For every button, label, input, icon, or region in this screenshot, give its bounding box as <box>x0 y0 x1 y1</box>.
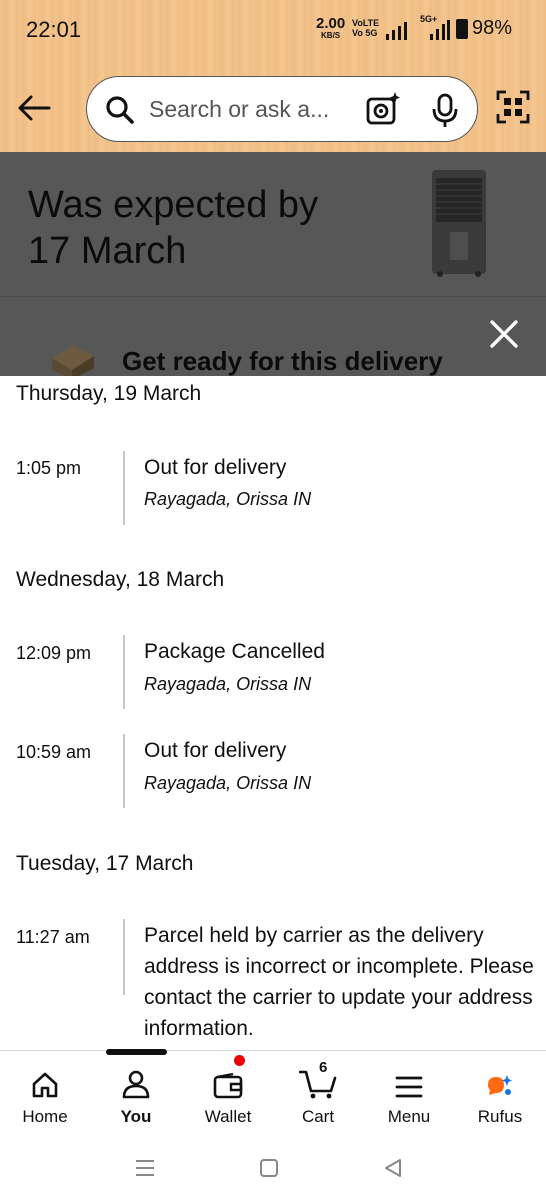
nav-cart[interactable]: 6 Cart <box>278 1059 358 1127</box>
battery-percent: 98% <box>472 17 513 39</box>
signal-icon <box>386 22 407 40</box>
nav-label: Menu <box>387 1107 431 1126</box>
event-status: Parcel held by carrier as the delivery a… <box>144 924 534 1040</box>
timeline-line <box>123 919 125 995</box>
event-status: Out for delivery <box>144 739 287 762</box>
search-icon[interactable] <box>105 95 135 125</box>
ready-for-delivery-text: Get ready for this delivery <box>122 346 443 376</box>
menu-icon <box>369 1065 449 1099</box>
event-status: Package Cancelled <box>144 640 325 663</box>
event-time: 10:59 am <box>16 742 92 762</box>
timeline-line <box>123 451 125 525</box>
status-time: 22:01 <box>26 17 82 42</box>
nav-menu[interactable]: Menu <box>369 1065 449 1127</box>
event-time: 11:27 am <box>16 927 90 947</box>
event-time: 12:09 pm <box>16 643 92 663</box>
search-input[interactable]: Search or ask a... <box>149 96 329 123</box>
qr-scan-icon[interactable] <box>496 90 530 124</box>
package-box-icon <box>52 346 94 376</box>
camera-lens-icon[interactable] <box>365 91 401 127</box>
signal-icon <box>430 20 450 40</box>
day-heading: Wednesday, 18 March <box>16 568 225 591</box>
timeline-line <box>123 635 125 709</box>
wallet-icon <box>188 1055 268 1099</box>
bottom-nav: Home You Wallet 6 Cart Menu Rufus <box>0 1049 546 1140</box>
nav-wallet[interactable]: Wallet <box>188 1055 268 1127</box>
nav-you[interactable]: You <box>96 1065 176 1127</box>
nav-label: You <box>120 1107 152 1126</box>
cart-count: 6 <box>319 1059 328 1076</box>
battery-icon <box>456 19 468 39</box>
event-location: Rayagada, Orissa IN <box>144 773 312 793</box>
system-nav-bar <box>0 1140 546 1200</box>
home-button-icon[interactable] <box>259 1158 279 1178</box>
nav-label: Home <box>22 1107 68 1126</box>
person-icon <box>96 1065 176 1099</box>
notification-dot <box>234 1055 245 1066</box>
event-location: Rayagada, Orissa IN <box>144 489 312 509</box>
back-arrow-icon[interactable] <box>14 88 54 128</box>
nav-label: Rufus <box>477 1107 523 1126</box>
volte-indicator: VoLTE Vo 5G <box>352 18 380 38</box>
recents-icon[interactable] <box>134 1158 156 1178</box>
nav-label: Cart <box>301 1107 335 1126</box>
divider <box>0 296 546 297</box>
event-time: 1:05 pm <box>16 458 82 478</box>
event-location: Rayagada, Orissa IN <box>144 674 312 694</box>
nav-label: Wallet <box>204 1107 252 1126</box>
tracking-sheet[interactable]: Thursday, 19 March 1:05 pm Out for deliv… <box>0 376 546 1050</box>
nav-rufus[interactable]: Rufus <box>460 1065 540 1127</box>
day-heading: Thursday, 19 March <box>16 382 202 405</box>
rufus-icon <box>460 1065 540 1099</box>
status-bar: 22:01 2.00 KB/S VoLTE Vo 5G 5G+ 98% <box>0 0 546 60</box>
day-heading: Tuesday, 17 March <box>16 852 194 875</box>
dimmed-background: Was expected by 17 March Get ready for t… <box>0 152 546 376</box>
expected-delivery-title: Was expected by 17 March <box>28 184 319 272</box>
cart-icon: 6 <box>278 1059 358 1099</box>
mic-icon[interactable] <box>431 93 459 129</box>
nav-home[interactable]: Home <box>5 1065 85 1127</box>
network-speed: 2.00 KB/S <box>316 15 346 40</box>
event-status: Out for delivery <box>144 456 287 479</box>
close-icon[interactable] <box>486 316 522 352</box>
active-tab-indicator <box>106 1049 167 1055</box>
home-icon <box>5 1065 85 1099</box>
search-bar[interactable]: Search or ask a... <box>86 76 478 142</box>
back-button-icon[interactable] <box>383 1158 403 1178</box>
timeline-line <box>123 734 125 808</box>
product-image <box>432 170 486 277</box>
